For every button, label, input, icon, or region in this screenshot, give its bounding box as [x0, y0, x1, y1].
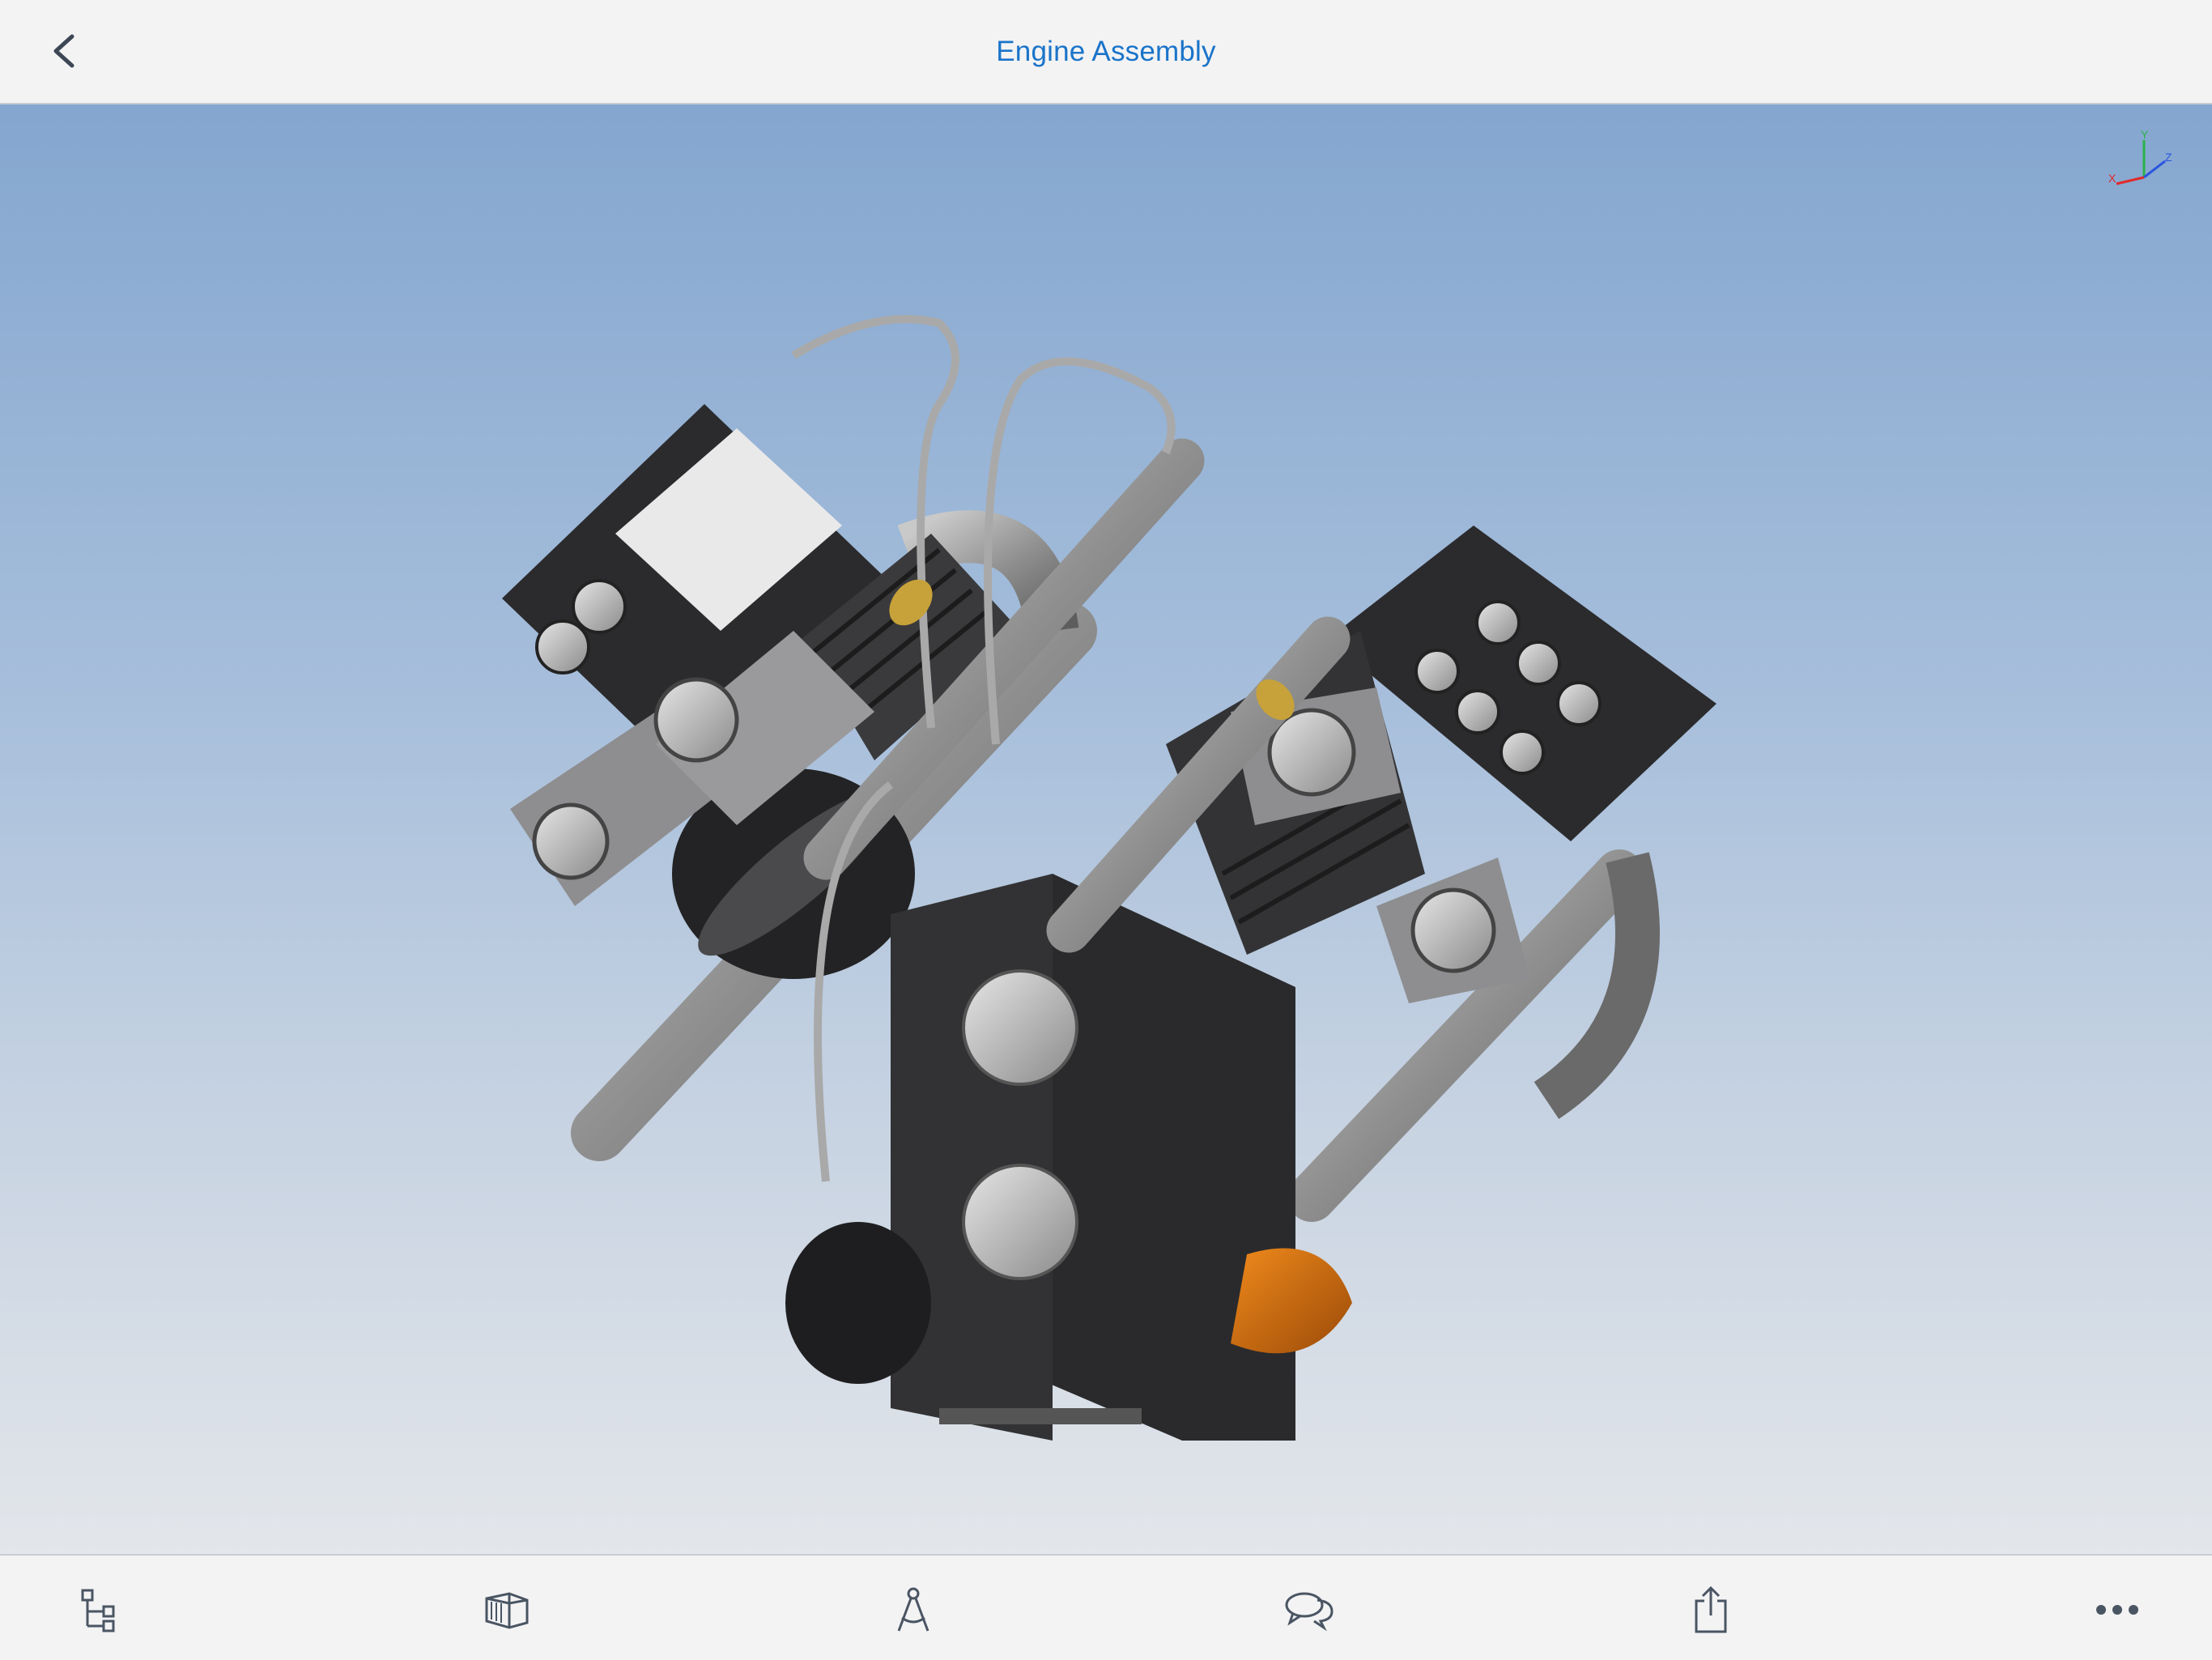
triad-label-x: X	[2108, 172, 2116, 185]
comments-icon	[1285, 1592, 1334, 1631]
orientation-triad-icon: Y X Z	[2108, 129, 2172, 185]
chevron-left-icon	[53, 34, 74, 68]
crankcase	[785, 874, 1352, 1441]
back-button[interactable]	[36, 23, 92, 79]
triad-label-z: Z	[2165, 151, 2172, 164]
page-title: Engine Assembly	[996, 35, 1216, 67]
feature-tree-button[interactable]	[63, 1573, 136, 1646]
comments-button[interactable]	[1273, 1573, 1346, 1646]
more-button[interactable]	[2081, 1573, 2154, 1646]
more-icon	[2096, 1605, 2138, 1615]
starter-motor	[1231, 1248, 1352, 1354]
3d-viewport[interactable]: Y X Z	[0, 104, 2212, 1554]
triad-label-y: Y	[2141, 129, 2149, 141]
section-view-icon	[485, 1592, 529, 1629]
bottom-toolbar	[0, 1554, 2212, 1660]
navigation-bar: Engine Assembly	[0, 0, 2212, 104]
section-view-button[interactable]	[470, 1573, 542, 1646]
engine-assembly-model[interactable]	[453, 291, 1733, 1489]
measure-icon	[897, 1587, 929, 1632]
share-button[interactable]	[1674, 1573, 1747, 1646]
measure-button[interactable]	[877, 1573, 950, 1646]
feature-tree-icon	[81, 1589, 115, 1632]
share-icon	[1695, 1586, 1727, 1633]
